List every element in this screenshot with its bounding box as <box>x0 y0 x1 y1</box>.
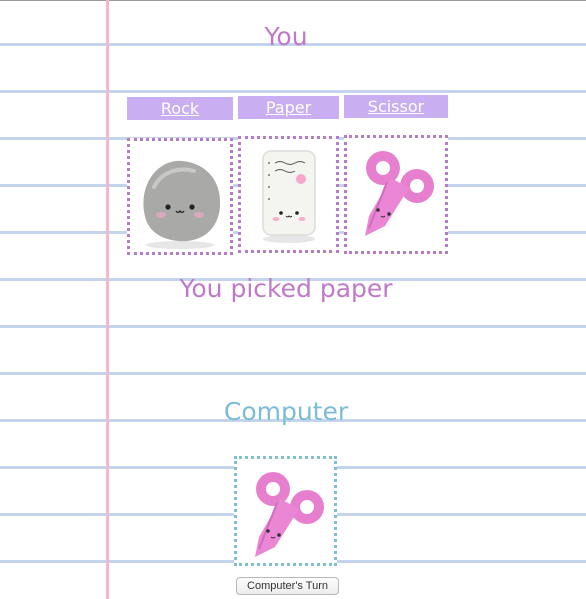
rock-image <box>143 160 221 249</box>
rock-button[interactable]: Rock <box>127 97 233 120</box>
paper-button[interactable]: Paper <box>238 96 339 119</box>
notebook-margin-line <box>106 0 109 599</box>
top-border <box>0 0 586 1</box>
scissor-card[interactable] <box>344 135 448 254</box>
computer-choice-card <box>234 456 337 566</box>
result-message: You picked paper <box>179 274 393 303</box>
scissor-button[interactable]: Scissor <box>344 95 448 118</box>
scissor-image <box>364 150 435 237</box>
player-title: You <box>264 22 308 51</box>
rock-card[interactable] <box>127 138 233 255</box>
computer-turn-button[interactable]: Computer's Turn <box>236 577 339 595</box>
computer-title: Computer <box>223 397 349 426</box>
paper-image <box>262 150 316 243</box>
paper-card[interactable] <box>238 136 339 253</box>
scissor-image <box>254 471 325 558</box>
